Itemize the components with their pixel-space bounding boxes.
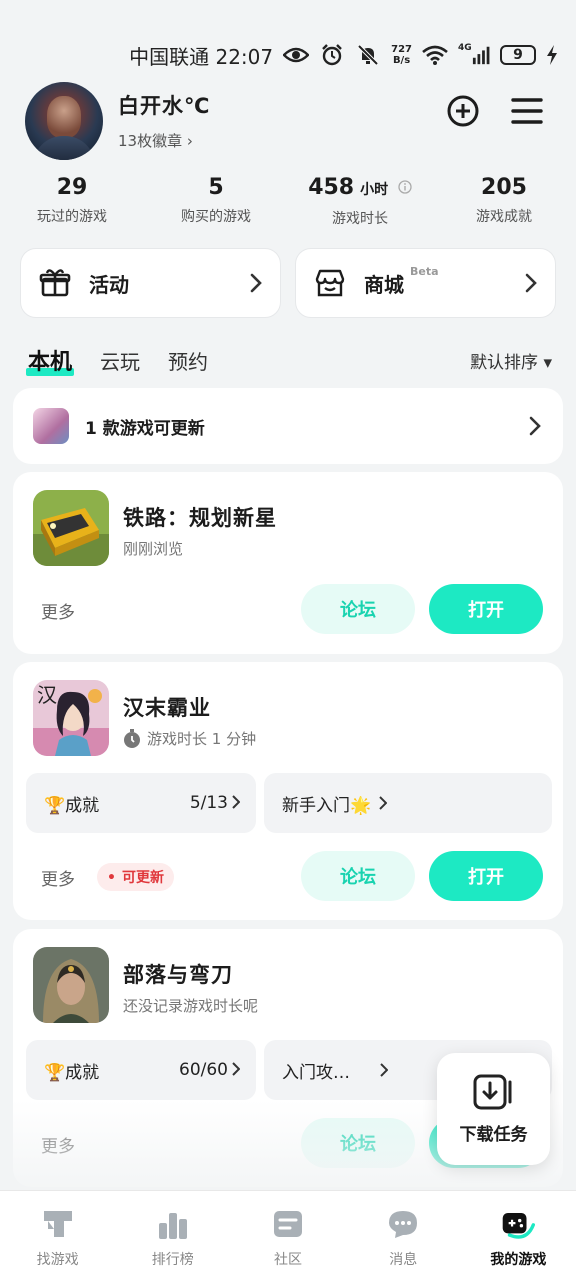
eye-icon: [283, 44, 310, 66]
profile-header: 白开水℃ 13枚徽章 › 29 玩过的游戏 5 购买的游戏 458 小时 游戏时长…: [0, 80, 576, 240]
game-icon-tribes[interactable]: [33, 947, 109, 1023]
badges-link[interactable]: 13枚徽章 ›: [118, 130, 193, 151]
store-icon: [315, 269, 345, 297]
stat-played[interactable]: 29 玩过的游戏: [0, 174, 144, 228]
username[interactable]: 白开水℃: [118, 90, 210, 120]
nav-my-games[interactable]: 我的游戏: [461, 1191, 576, 1280]
game-subtitle: 还没记录游戏时长呢: [123, 997, 259, 1015]
more-button[interactable]: 更多: [41, 598, 75, 623]
quick-links: 活动 商城 Beta: [20, 248, 556, 318]
game-icon-railway[interactable]: [33, 490, 109, 566]
stopwatch-icon: [124, 728, 140, 748]
nav-find-games[interactable]: 找游戏: [0, 1191, 115, 1280]
carrier-time: 中国联通 22:07: [129, 44, 274, 69]
open-button[interactable]: 打开: [429, 584, 543, 634]
wifi-icon: [422, 44, 448, 66]
chevron-right-icon: [379, 796, 388, 810]
community-icon: [271, 1207, 305, 1241]
find-games-icon: [41, 1207, 75, 1241]
chevron-right-icon: [529, 416, 541, 436]
chevron-right-icon: [232, 795, 240, 809]
game-extras-row: 🏆成就 5/13 新手入门🌟: [26, 773, 552, 833]
signal-icon: 4G: [458, 43, 490, 66]
net-speed: 727 B/s: [391, 44, 412, 66]
achievement-chip[interactable]: 🏆成就 5/13: [26, 773, 256, 833]
plus-circle-icon: [447, 95, 479, 127]
charging-icon: [546, 44, 558, 66]
nav-rankings[interactable]: 排行榜: [115, 1191, 230, 1280]
forum-button[interactable]: 论坛: [301, 851, 415, 901]
more-button[interactable]: 更多: [41, 1132, 75, 1157]
bottom-nav: 找游戏 排行榜 社区 消息 我的游戏: [0, 1190, 576, 1280]
download-icon: [473, 1074, 511, 1109]
more-button[interactable]: 更多: [41, 865, 75, 890]
info-icon: [398, 180, 412, 194]
gamepad-icon: [501, 1207, 536, 1241]
mute-bell-icon: [355, 44, 381, 66]
alarm-icon: [319, 44, 345, 66]
profile-stats: 29 玩过的游戏 5 购买的游戏 458 小时 游戏时长 205 游戏成就: [0, 174, 576, 228]
beta-tag: Beta: [410, 264, 439, 278]
game-tabs: 本机 云玩 预约 默认排序 ▾: [25, 340, 552, 380]
open-button[interactable]: 打开: [429, 851, 543, 901]
hamburger-icon: [511, 98, 543, 124]
update-banner[interactable]: 1 款游戏可更新: [13, 388, 563, 464]
battery-indicator: 9: [500, 45, 536, 65]
forum-button[interactable]: 论坛: [301, 1118, 415, 1168]
gift-icon: [39, 269, 71, 297]
download-tasks-button[interactable]: 下载任务: [437, 1053, 550, 1165]
game-icon-hanmo[interactable]: 汉: [33, 680, 109, 756]
rankings-icon: [156, 1207, 190, 1241]
game-subtitle: 刚刚浏览: [123, 540, 184, 558]
events-card[interactable]: 活动: [20, 248, 281, 318]
stat-purchased[interactable]: 5 购买的游戏: [144, 174, 288, 228]
chat-bubble-icon: [386, 1207, 420, 1241]
game-subtitle: 游戏时长 1 分钟: [123, 728, 256, 749]
chevron-right-icon: [380, 1063, 388, 1077]
tab-local[interactable]: 本机: [25, 344, 75, 376]
nav-community[interactable]: 社区: [230, 1191, 345, 1280]
game-card-hanmo: 汉 汉末霸业 游戏时长 1 分钟 🏆成就 5/13 新手入门🌟 更多 可更新 论…: [13, 662, 563, 920]
forum-button[interactable]: 论坛: [301, 584, 415, 634]
chevron-right-icon: [250, 273, 262, 293]
game-title[interactable]: 部落与弯刀: [123, 959, 233, 989]
update-available-tag[interactable]: 可更新: [97, 863, 174, 891]
avatar[interactable]: [25, 82, 103, 160]
guide-chip[interactable]: 新手入门🌟: [264, 773, 552, 833]
game-card-railway: 铁路：规划新星 刚刚浏览 更多 论坛 打开: [13, 472, 563, 654]
game-title[interactable]: 铁路：规划新星: [123, 502, 277, 532]
sort-dropdown[interactable]: 默认排序 ▾: [470, 348, 552, 373]
achievement-chip[interactable]: 🏆成就 60/60: [26, 1040, 256, 1100]
chevron-right-icon: [525, 273, 537, 293]
nav-messages[interactable]: 消息: [346, 1191, 461, 1280]
store-card[interactable]: 商城 Beta: [295, 248, 556, 318]
svg-text:汉: 汉: [37, 683, 57, 707]
status-bar: 中国联通 22:07 727 B/s 4G 9: [0, 0, 576, 80]
game-icon-hanmo-small: [33, 408, 69, 444]
stat-playtime[interactable]: 458 小时 游戏时长: [288, 174, 432, 228]
game-title[interactable]: 汉末霸业: [123, 692, 211, 722]
menu-button[interactable]: [508, 92, 546, 130]
chevron-right-icon: [232, 1062, 240, 1076]
stat-achievements[interactable]: 205 游戏成就: [432, 174, 576, 228]
tab-cloud[interactable]: 云玩: [100, 346, 140, 375]
tab-reserved[interactable]: 预约: [168, 346, 208, 375]
add-button[interactable]: [444, 92, 482, 130]
